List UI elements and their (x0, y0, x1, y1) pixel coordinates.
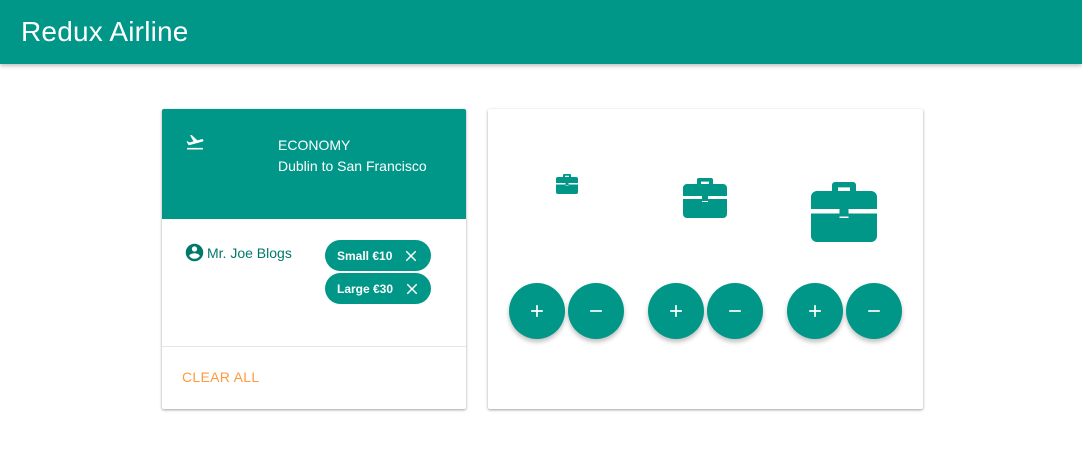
close-icon[interactable] (403, 280, 421, 298)
close-icon[interactable] (402, 247, 420, 265)
add-small-bag-button[interactable] (509, 283, 565, 339)
flight-card: ECONOMY Dublin to San Francisco Mr. Joe … (162, 109, 466, 409)
remove-large-bag-button[interactable] (846, 283, 902, 339)
remove-medium-bag-button[interactable] (707, 283, 763, 339)
bag-chip-large: Large €30 (325, 273, 431, 304)
app-title: Redux Airline (21, 16, 189, 47)
flight-takeoff-icon (186, 134, 204, 150)
app-bar: Redux Airline (0, 0, 1082, 64)
bag-chip-label: Large €30 (337, 281, 394, 296)
minus-icon (729, 310, 741, 312)
flight-route: Dublin to San Francisco (278, 158, 427, 174)
luggage-card (488, 109, 923, 409)
flight-class: ECONOMY (278, 137, 351, 153)
bag-chip-label: Small €10 (337, 248, 393, 263)
plus-icon (670, 305, 682, 317)
clear-all-button[interactable]: CLEAR ALL (182, 369, 259, 385)
minus-icon (590, 310, 602, 312)
passenger: Mr. Joe Blogs (184, 242, 292, 263)
briefcase-large-icon (811, 182, 877, 242)
add-large-bag-button[interactable] (787, 283, 843, 339)
card-divider (162, 346, 466, 347)
passenger-name: Mr. Joe Blogs (207, 244, 292, 261)
bag-chip-small: Small €10 (325, 240, 431, 271)
plus-icon (809, 305, 821, 317)
briefcase-small-icon (556, 174, 578, 194)
add-medium-bag-button[interactable] (648, 283, 704, 339)
briefcase-medium-icon (683, 178, 727, 218)
plus-icon (531, 305, 543, 317)
remove-small-bag-button[interactable] (568, 283, 624, 339)
flight-header: ECONOMY Dublin to San Francisco (162, 109, 466, 219)
account-circle-icon (185, 243, 204, 262)
minus-icon (868, 310, 880, 312)
